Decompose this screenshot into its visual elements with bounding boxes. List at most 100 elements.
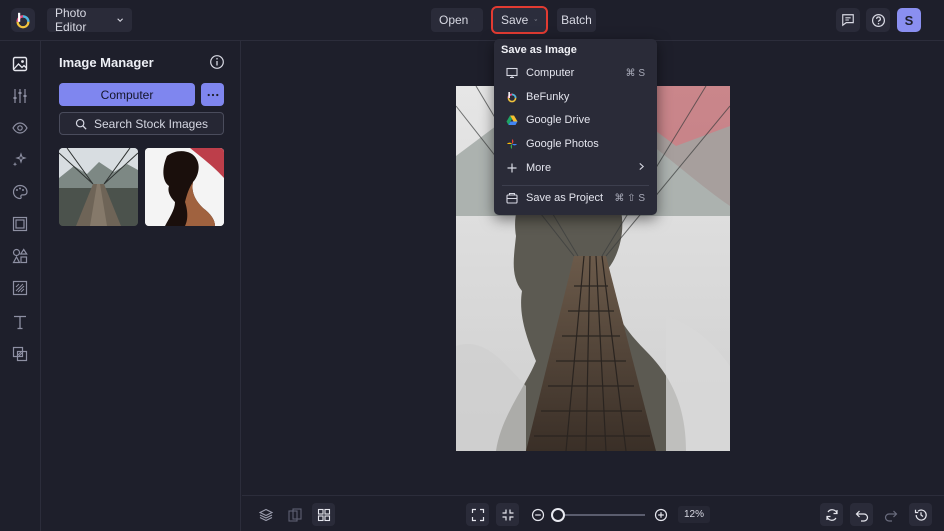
search-stock-button[interactable]: Search Stock Images	[59, 112, 224, 135]
save-dropdown[interactable]: Save	[491, 6, 548, 34]
eye-icon	[12, 122, 28, 134]
rotate-button[interactable]	[820, 503, 843, 526]
befunky-logo-icon	[16, 12, 30, 29]
layers-icon	[258, 508, 273, 521]
app-mode-label: Photo Editor	[55, 6, 87, 34]
top-bar: Photo Editor Open Save Batch S	[0, 0, 944, 41]
save-as-project-label: Save as Project	[526, 192, 604, 204]
grid-icon	[317, 508, 330, 521]
save-more-item[interactable]: More	[494, 157, 657, 179]
frames-tool[interactable]	[11, 215, 29, 233]
thumbnail-bridge[interactable]	[59, 148, 138, 226]
save-to-computer-shortcut: ⌘ S	[625, 67, 645, 79]
open-dropdown[interactable]: Open	[431, 8, 483, 32]
upload-computer-button[interactable]: Computer	[59, 83, 195, 106]
befunky-logo[interactable]	[11, 8, 35, 32]
feedback-button[interactable]	[836, 8, 860, 32]
save-to-google-photos-item[interactable]: Google Photos	[494, 133, 657, 155]
save-label: Save	[501, 13, 529, 27]
help-icon	[871, 13, 885, 27]
undo-icon	[855, 510, 868, 522]
save-as-project-shortcut: ⌘ ⇧ S	[614, 192, 645, 204]
graphics-tool[interactable]	[11, 247, 29, 265]
artsy-tool[interactable]	[11, 183, 29, 201]
refresh-icon	[825, 508, 838, 521]
layers-button[interactable]	[254, 503, 277, 526]
sliders-icon	[13, 89, 27, 103]
save-to-befunky-item[interactable]: BeFunky	[494, 86, 657, 108]
search-stock-label: Search Stock Images	[93, 116, 209, 131]
redo-button[interactable]	[879, 503, 902, 526]
history-icon	[914, 508, 927, 521]
chat-icon	[842, 14, 854, 27]
google-drive-icon	[506, 114, 518, 126]
batch-button[interactable]: Batch	[557, 8, 596, 32]
user-avatar[interactable]: S	[897, 8, 921, 32]
more-options-button[interactable]	[201, 83, 224, 106]
zoom-in-button[interactable]	[649, 503, 672, 526]
search-icon	[75, 118, 87, 130]
compare-button[interactable]	[283, 503, 306, 526]
fit-to-screen-button[interactable]	[466, 503, 489, 526]
info-icon[interactable]	[209, 54, 225, 70]
app-mode-dropdown[interactable]: Photo Editor	[47, 6, 132, 34]
shapes-icon	[12, 248, 28, 264]
frame-icon	[12, 216, 28, 232]
befunky-icon	[506, 91, 518, 103]
save-as-project-item[interactable]: Save as Project ⌘ ⇧ S	[494, 187, 657, 209]
zoom-in-icon	[654, 508, 667, 521]
zoom-out-icon	[531, 508, 544, 521]
image-manager-tool[interactable]	[11, 55, 29, 73]
save-menu: Save as Image Computer ⌘ S BeFunky Googl…	[494, 39, 657, 215]
adjust-tool[interactable]	[11, 87, 29, 105]
zoom-slider-handle[interactable]	[551, 508, 565, 522]
bridge-thumbnail-image	[59, 148, 138, 226]
expand-icon	[471, 508, 484, 521]
chevron-down-icon	[116, 18, 123, 23]
portrait-thumbnail-image	[145, 148, 224, 226]
zoom-percentage[interactable]: 12%	[678, 506, 710, 523]
chevron-down-icon	[534, 19, 538, 21]
save-to-computer-label: Computer	[526, 67, 575, 79]
grid-view-button[interactable]	[312, 503, 335, 526]
help-button[interactable]	[866, 8, 890, 32]
batch-label: Batch	[561, 13, 592, 27]
panel-title: Image Manager	[59, 55, 154, 70]
save-more-label: More	[526, 162, 552, 174]
overlays-tool[interactable]	[11, 345, 29, 363]
touch-up-tool[interactable]	[11, 151, 29, 169]
plus-icon	[506, 162, 518, 174]
save-to-google-photos-label: Google Photos	[526, 138, 599, 150]
save-to-google-drive-label: Google Drive	[526, 114, 591, 126]
zoom-out-button[interactable]	[526, 503, 549, 526]
history-button[interactable]	[909, 503, 932, 526]
actual-size-button[interactable]	[496, 503, 519, 526]
chevron-right-icon	[638, 162, 645, 174]
compare-icon	[287, 507, 302, 522]
redo-icon	[884, 510, 897, 522]
thumbnail-portrait[interactable]	[145, 148, 224, 226]
save-to-befunky-label: BeFunky	[526, 91, 570, 103]
open-label: Open	[439, 13, 469, 27]
save-to-google-drive-item[interactable]: Google Drive	[494, 109, 657, 131]
google-photos-icon	[506, 138, 518, 150]
ellipsis-icon	[207, 93, 218, 96]
sparkle-icon	[12, 152, 27, 167]
bottom-bar: 12%	[242, 495, 944, 531]
effects-tool[interactable]	[11, 119, 29, 137]
chevron-down-icon	[474, 19, 475, 21]
save-menu-heading: Save as Image	[501, 44, 577, 56]
palette-icon	[12, 184, 28, 200]
menu-divider	[502, 185, 649, 186]
collapse-icon	[502, 509, 513, 520]
image-icon	[12, 56, 28, 72]
text-tool[interactable]	[11, 313, 29, 331]
undo-button[interactable]	[850, 503, 873, 526]
save-to-computer-item[interactable]: Computer ⌘ S	[494, 62, 657, 84]
overlay-icon	[12, 346, 28, 362]
textures-tool[interactable]	[11, 279, 29, 297]
zoom-slider-track[interactable]	[559, 514, 645, 516]
text-icon	[14, 315, 26, 330]
texture-icon	[12, 280, 28, 296]
monitor-icon	[506, 67, 518, 79]
